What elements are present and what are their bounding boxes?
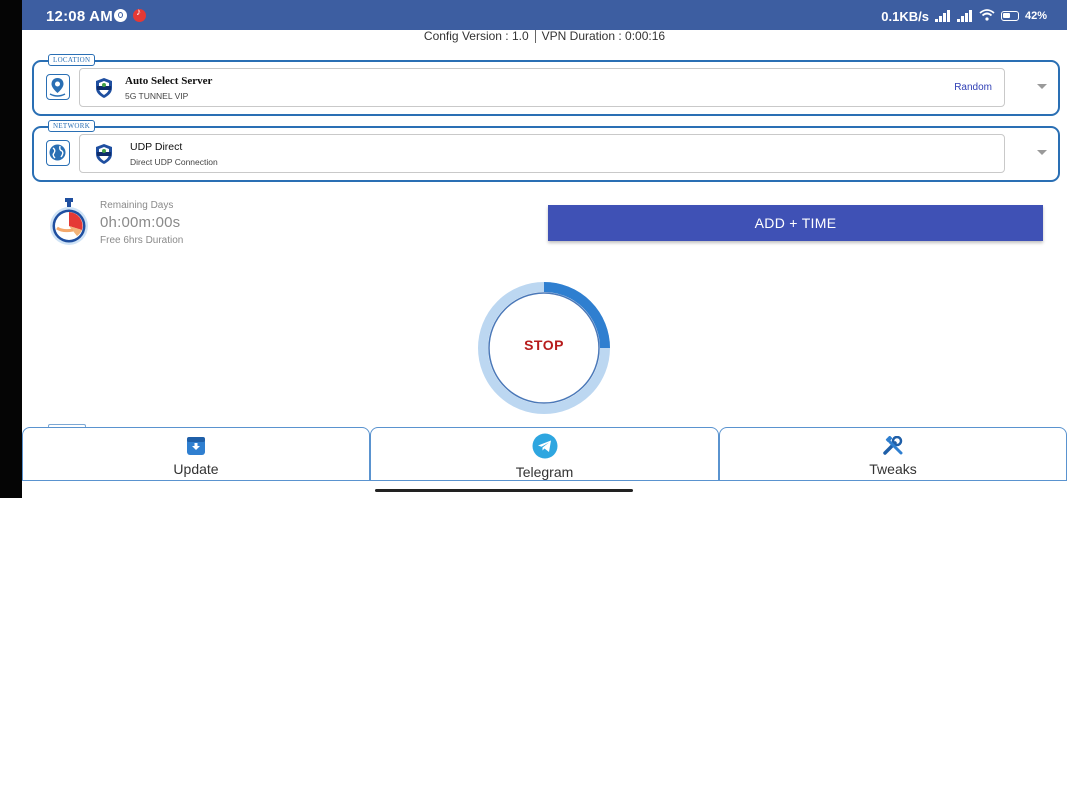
- network-tag: NETWORK: [48, 120, 96, 132]
- bottom-nav: Update Telegram Tweaks: [22, 427, 1067, 483]
- vpn-key-icon: [114, 9, 127, 22]
- location-title: Auto Select Server: [125, 75, 213, 87]
- signal-icon-2: [956, 10, 973, 22]
- tweaks-label: Tweaks: [869, 461, 917, 477]
- status-right-group: 0.1KB/s 42%: [881, 8, 1047, 24]
- vpn-duration: VPN Duration : 0:00:16: [541, 29, 666, 43]
- stop-button[interactable]: STOP: [477, 337, 611, 353]
- location-pin-icon: [46, 74, 70, 100]
- telegram-icon: [532, 433, 558, 464]
- chevron-down-icon[interactable]: [1037, 84, 1047, 89]
- tools-icon: [882, 435, 904, 461]
- config-version: Config Version : 1.0: [423, 29, 529, 43]
- random-mode-label: Random: [954, 82, 992, 93]
- stopwatch-icon: [47, 198, 91, 248]
- music-app-icon: [133, 7, 146, 22]
- battery-percent: 42%: [1024, 10, 1047, 22]
- free-duration-note: Free 6hrs Duration: [100, 235, 184, 246]
- remaining-days-label: Remaining Days: [100, 200, 174, 211]
- network-subtitle: Direct UDP Connection: [130, 157, 218, 167]
- status-time: 12:08 AM: [46, 8, 113, 25]
- wifi-icon: [979, 8, 995, 24]
- telegram-label: Telegram: [515, 464, 574, 480]
- home-indicator[interactable]: [375, 489, 633, 492]
- signal-icon: [934, 10, 951, 22]
- telegram-nav-button[interactable]: Telegram: [370, 427, 719, 481]
- tweaks-nav-button[interactable]: Tweaks: [719, 427, 1067, 481]
- status-bar: 12:08 AM 0.1KB/s 42%: [22, 0, 1067, 30]
- vpn-app-screen: 12:08 AM 0.1KB/s 42% Config Version : 1.…: [22, 0, 1067, 498]
- shield-badge-icon: [94, 143, 114, 165]
- location-card: LOCATION Auto Select Server 5G TUNNEL VI…: [32, 54, 1060, 116]
- config-info-line: Config Version : 1.0 VPN Duration : 0:00:…: [22, 29, 1067, 44]
- network-card: NETWORK UDP Direct Direct UDP Connection: [32, 120, 1060, 182]
- add-time-button[interactable]: ADD + TIME: [548, 205, 1043, 241]
- network-select[interactable]: UDP Direct Direct UDP Connection: [79, 134, 1005, 173]
- remaining-time-value: 0h:00m:00s: [100, 214, 181, 231]
- location-tag: LOCATION: [48, 54, 96, 66]
- location-server-select[interactable]: Auto Select Server 5G TUNNEL VIP Random: [79, 68, 1005, 107]
- chevron-down-icon[interactable]: [1037, 150, 1047, 155]
- update-nav-button[interactable]: Update: [22, 427, 370, 481]
- update-icon: [186, 436, 206, 461]
- shield-badge-icon: [94, 77, 114, 99]
- divider: [534, 30, 536, 44]
- globe-icon: [46, 140, 70, 166]
- battery-icon: [1000, 11, 1019, 21]
- left-black-strip: [0, 0, 22, 498]
- location-subtitle: 5G TUNNEL VIP: [125, 91, 189, 101]
- update-label: Update: [173, 461, 219, 477]
- network-title: UDP Direct: [130, 141, 183, 153]
- net-speed: 0.1KB/s: [881, 8, 929, 24]
